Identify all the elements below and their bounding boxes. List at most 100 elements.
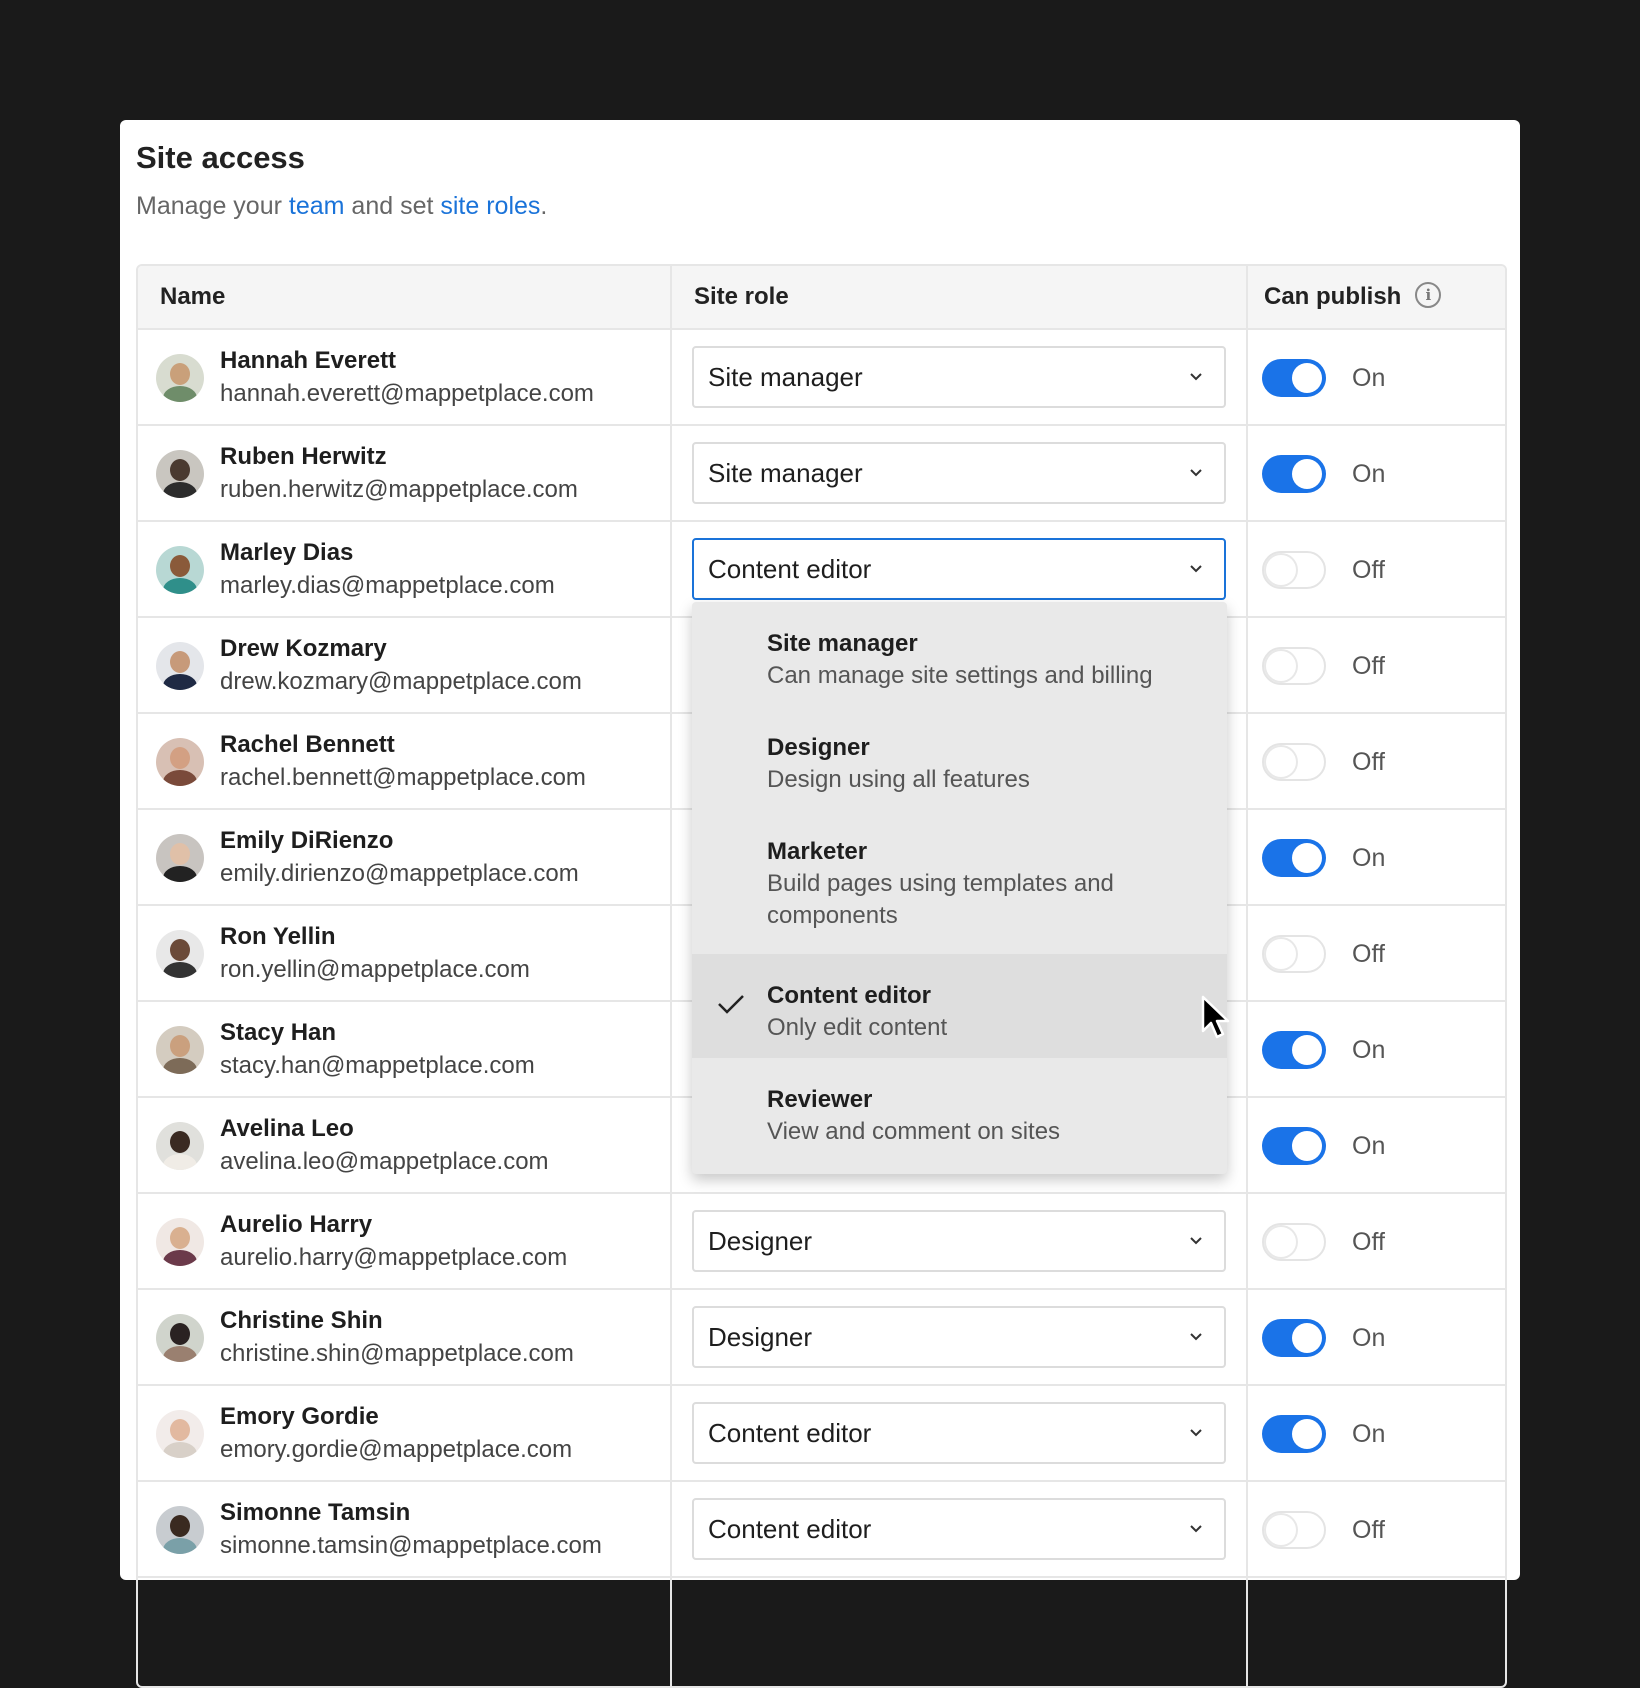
- can-publish-toggle[interactable]: [1262, 839, 1326, 877]
- role-option[interactable]: Reviewer View and comment on sites: [692, 1058, 1227, 1174]
- can-publish-label: Off: [1352, 748, 1385, 776]
- user-email: stacy.han@mappetplace.com: [220, 1052, 535, 1079]
- subtitle-text: Manage your: [136, 192, 289, 220]
- table-header: Name Site role Can publish i: [138, 266, 1505, 330]
- can-publish-label: Off: [1352, 1228, 1385, 1256]
- user-name: Aurelio Harry: [220, 1211, 373, 1238]
- site-role-dropdown-menu: Site manager Can manage site settings and…: [692, 602, 1227, 1174]
- can-publish-toggle[interactable]: [1262, 935, 1326, 973]
- header-can-publish: Can publish i: [1264, 266, 1442, 328]
- site-role-select[interactable]: Designer: [692, 1306, 1226, 1368]
- role-option-name: Reviewer: [767, 1086, 873, 1113]
- site-role-select[interactable]: Site manager: [692, 442, 1226, 504]
- user-name: Drew Kozmary: [220, 635, 387, 662]
- site-role-select[interactable]: Content editor: [692, 538, 1226, 600]
- can-publish-toggle[interactable]: [1262, 1415, 1326, 1453]
- can-publish-toggle[interactable]: [1262, 1511, 1326, 1549]
- can-publish-label: On: [1352, 1324, 1386, 1352]
- page-subtitle: Manage your team and set site roles.: [136, 192, 547, 221]
- can-publish-toggle[interactable]: [1262, 647, 1326, 685]
- can-publish-toggle[interactable]: [1262, 551, 1326, 589]
- table-row: Simonne Tamsin simonne.tamsin@mappetplace…: [138, 1482, 1505, 1578]
- user-email: ruben.herwitz@mappetplace.com: [220, 476, 578, 503]
- user-name: Simonne Tamsin: [220, 1499, 411, 1526]
- role-option-name: Site manager: [767, 630, 918, 657]
- avatar: [156, 1218, 204, 1266]
- role-option[interactable]: Marketer Build pages using templates and …: [692, 810, 1227, 954]
- user-name: Rachel Bennett: [220, 731, 395, 758]
- role-option-name: Marketer: [767, 838, 868, 865]
- mouse-pointer-icon: [1201, 995, 1230, 1039]
- user-email: marley.dias@mappetplace.com: [220, 572, 555, 599]
- subtitle-text: .: [540, 192, 548, 220]
- can-publish-toggle[interactable]: [1262, 743, 1326, 781]
- user-name: Avelina Leo: [220, 1115, 354, 1142]
- can-publish-label: On: [1352, 364, 1386, 392]
- can-publish-toggle[interactable]: [1262, 455, 1326, 493]
- team-link[interactable]: team: [289, 192, 345, 220]
- can-publish-toggle[interactable]: [1262, 1127, 1326, 1165]
- can-publish-toggle[interactable]: [1262, 359, 1326, 397]
- table-row: Christine Shin christine.shin@mappetplace…: [138, 1290, 1505, 1386]
- can-publish-toggle[interactable]: [1262, 1319, 1326, 1357]
- user-name: Ruben Herwitz: [220, 443, 387, 470]
- check-icon: [718, 995, 744, 1014]
- avatar: [156, 1410, 204, 1458]
- user-email: christine.shin@mappetplace.com: [220, 1340, 574, 1367]
- avatar: [156, 1314, 204, 1362]
- info-icon[interactable]: i: [1415, 281, 1442, 308]
- user-name: Marley Dias: [220, 539, 354, 566]
- site-role-select[interactable]: Site manager: [692, 346, 1226, 408]
- role-option-description: Build pages using templates and componen…: [767, 870, 1114, 929]
- chevron-down-icon: [1190, 1429, 1202, 1437]
- can-publish-toggle[interactable]: [1262, 1223, 1326, 1261]
- avatar: [156, 450, 204, 498]
- user-name: Emory Gordie: [220, 1403, 379, 1430]
- chevron-down-icon: [1190, 1525, 1202, 1533]
- chevron-down-icon: [1190, 565, 1202, 573]
- site-role-select[interactable]: Content editor: [692, 1402, 1226, 1464]
- user-email: ron.yellin@mappetplace.com: [220, 956, 530, 983]
- user-name: Hannah Everett: [220, 347, 397, 374]
- subtitle-text: and set: [344, 192, 441, 220]
- can-publish-label: Off: [1352, 556, 1385, 584]
- site-role-value: Content editor: [708, 1418, 872, 1448]
- user-email: emily.dirienzo@mappetplace.com: [220, 860, 579, 887]
- site-role-select[interactable]: Designer: [692, 1210, 1226, 1272]
- avatar: [156, 1122, 204, 1170]
- role-option[interactable]: Designer Design using all features: [692, 706, 1227, 810]
- role-option[interactable]: Content editor Only edit content: [692, 954, 1227, 1058]
- can-publish-toggle[interactable]: [1262, 1031, 1326, 1069]
- role-option-description: View and comment on sites: [767, 1118, 1061, 1145]
- site-roles-link[interactable]: site roles: [440, 192, 540, 220]
- role-option[interactable]: Site manager Can manage site settings and…: [692, 602, 1227, 706]
- site-role-value: Site manager: [708, 458, 863, 488]
- role-option-description: Only edit content: [767, 1014, 948, 1041]
- site-role-value: Designer: [708, 1226, 813, 1256]
- table-row: Ruben Herwitz ruben.herwitz@mappetplace.c…: [138, 426, 1505, 522]
- user-name: Ron Yellin: [220, 923, 336, 950]
- can-publish-label: Off: [1352, 652, 1385, 680]
- header-can-publish-label: Can publish: [1264, 283, 1402, 310]
- avatar: [156, 738, 204, 786]
- role-option-description: Can manage site settings and billing: [767, 662, 1153, 689]
- user-email: aurelio.harry@mappetplace.com: [220, 1244, 568, 1271]
- site-role-value: Content editor: [708, 1514, 872, 1544]
- user-email: drew.kozmary@mappetplace.com: [220, 668, 582, 695]
- site-role-select[interactable]: Content editor: [692, 1498, 1226, 1560]
- user-email: rachel.bennett@mappetplace.com: [220, 764, 586, 791]
- chevron-down-icon: [1190, 469, 1202, 477]
- user-email: emory.gordie@mappetplace.com: [220, 1436, 573, 1463]
- table-row: Aurelio Harry aurelio.harry@mappetplace.c…: [138, 1194, 1505, 1290]
- site-role-value: Content editor: [708, 554, 872, 584]
- user-email: simonne.tamsin@mappetplace.com: [220, 1532, 602, 1559]
- chevron-down-icon: [1190, 373, 1202, 381]
- chevron-down-icon: [1190, 1333, 1202, 1341]
- table-row: Emory Gordie emory.gordie@mappetplace.com…: [138, 1386, 1505, 1482]
- site-role-value: Designer: [708, 1322, 813, 1352]
- user-name: Emily DiRienzo: [220, 827, 394, 854]
- can-publish-label: On: [1352, 1420, 1386, 1448]
- avatar: [156, 834, 204, 882]
- header-name: Name: [160, 283, 226, 310]
- site-role-value: Site manager: [708, 362, 863, 392]
